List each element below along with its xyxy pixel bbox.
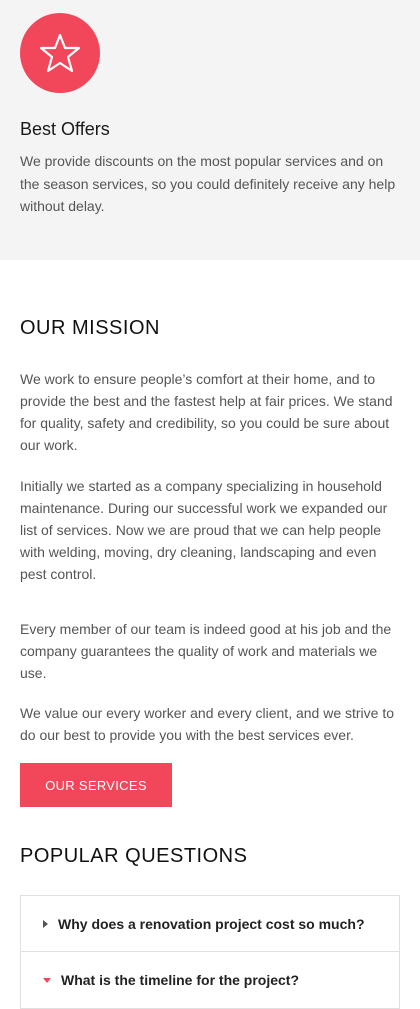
star-outline-icon — [39, 33, 81, 73]
caret-down-icon — [43, 977, 51, 983]
mission-paragraph: Every member of our team is indeed good … — [20, 621, 392, 681]
faq-question-label: What is the timeline for the project? — [61, 972, 300, 988]
offer-title: Best Offers — [20, 119, 110, 139]
offer-description: We provide discounts on the most popular… — [20, 153, 396, 214]
mission-paragraph: Initially we started as a company specia… — [20, 478, 388, 582]
best-offers-section: Best Offers We provide discounts on the … — [0, 0, 420, 260]
mission-paragraph: We value our every worker and every clie… — [20, 705, 395, 743]
mission-section: OUR MISSION We work to ensure people’s c… — [0, 260, 420, 1009]
star-badge — [20, 13, 100, 93]
faq-question-label: Why does a renovation project cost so mu… — [58, 915, 365, 932]
faq-item-renovation-cost[interactable]: Why does a renovation project cost so mu… — [21, 896, 399, 951]
our-services-button[interactable]: OUR SERVICES — [20, 763, 172, 807]
faq-accordion: Why does a renovation project cost so mu… — [20, 895, 400, 1009]
mission-paragraph: We work to ensure people’s comfort at th… — [20, 371, 393, 453]
popular-questions-heading: POPULAR QUESTIONS — [20, 845, 248, 867]
mission-heading: OUR MISSION — [20, 317, 160, 339]
caret-right-icon — [43, 919, 48, 928]
faq-item-project-timeline[interactable]: What is the timeline for the project? — [21, 951, 399, 1008]
